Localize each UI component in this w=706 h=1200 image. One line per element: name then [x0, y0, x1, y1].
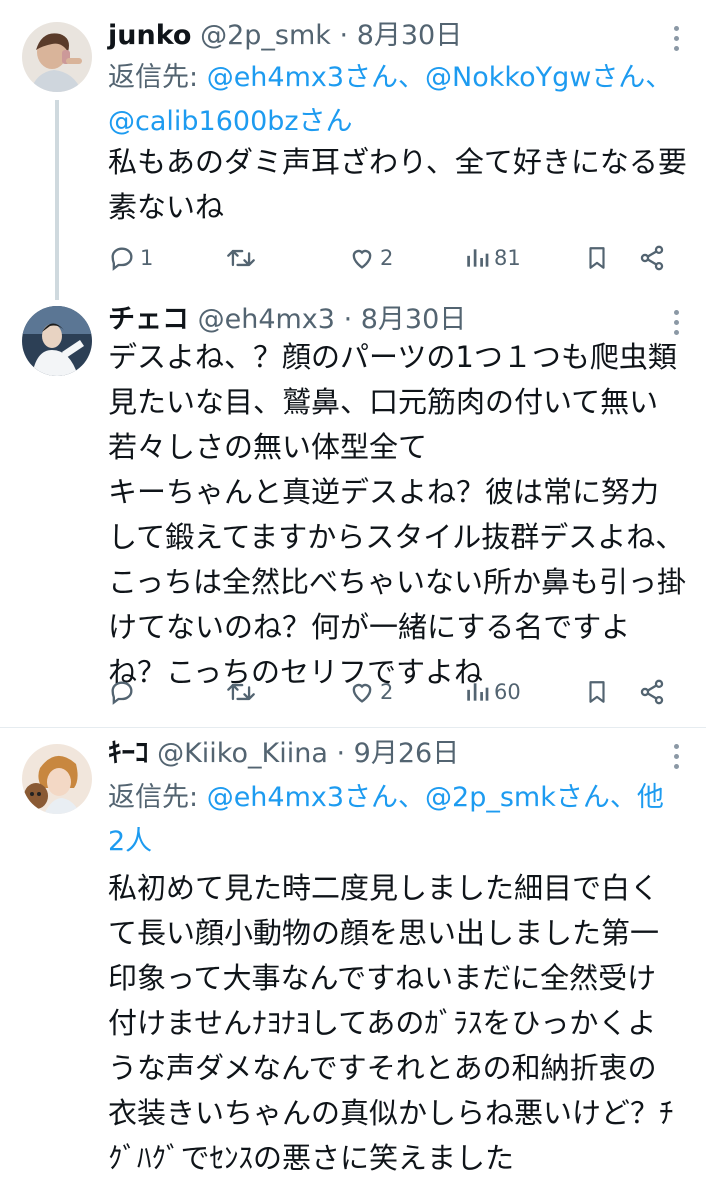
- tweet-date[interactable]: 9月26日: [354, 738, 460, 769]
- like-count: 2: [380, 680, 394, 704]
- tweet-cheko: チェコ @eh4mx3 · 8月30日 デスよね、？顔のパーツの1つ１つも爬虫類…: [0, 300, 706, 725]
- bookmark-button[interactable]: [584, 674, 610, 710]
- display-name[interactable]: ｷｰｺ: [108, 738, 149, 769]
- user-handle[interactable]: @2p_smk: [200, 20, 331, 51]
- reply-count: 1: [140, 246, 154, 270]
- view-count: 81: [494, 246, 521, 270]
- tweet-header: junko @2p_smk · 8月30日: [108, 16, 462, 56]
- reply-to: 返信先: @eh4mx3さん、@NokkoYgwさん、@calib1600bzさ…: [108, 56, 688, 144]
- tweet-actions: 2 60: [108, 674, 688, 710]
- share-button[interactable]: [638, 674, 666, 710]
- reply-icon: [111, 681, 133, 705]
- bookmark-icon: [589, 247, 605, 269]
- like-button[interactable]: 2: [348, 674, 393, 710]
- retweet-button[interactable]: [226, 674, 260, 710]
- tweet-text: 私もあのダミ声耳ざわり、全て好きになる要素ないね: [108, 145, 687, 224]
- display-name[interactable]: チェコ: [108, 304, 189, 335]
- separator: ·: [336, 738, 346, 769]
- like-icon: [352, 683, 372, 703]
- tweet-header: チェコ @eh4mx3 · 8月30日: [108, 300, 466, 340]
- share-icon: [640, 679, 664, 705]
- reply-to: 返信先: @eh4mx3さん、@2p_smkさん、他2人: [108, 776, 678, 864]
- reply-to-label: 返信先:: [108, 62, 207, 93]
- more-options-icon[interactable]: [672, 26, 680, 56]
- retweet-icon: [227, 683, 255, 701]
- tweet-date[interactable]: 8月30日: [357, 20, 463, 51]
- separator: ·: [339, 20, 349, 51]
- tweet-text: デスよね、？顔のパーツの1つ１つも爬虫類見たいな目、鷲鼻、口元筋肉の付いて無い若…: [108, 340, 686, 689]
- avatar[interactable]: [22, 306, 92, 376]
- view-count: 60: [494, 680, 521, 704]
- like-button[interactable]: 2: [348, 240, 393, 276]
- reply-button[interactable]: 1: [108, 240, 153, 276]
- thread-line: [55, 100, 59, 300]
- bookmark-button[interactable]: [584, 240, 610, 276]
- tweet-text: 私初めて見た時二度見しました細目で白くて長い顔小動物の顔を思い出しました第一印象…: [108, 871, 674, 1175]
- tweet-date[interactable]: 8月30日: [361, 304, 467, 335]
- share-icon: [640, 245, 664, 271]
- user-handle[interactable]: @Kiiko_Kiina: [157, 738, 328, 769]
- like-icon: [352, 249, 372, 269]
- user-handle[interactable]: @eh4mx3: [198, 304, 335, 335]
- reply-icon: [111, 247, 133, 271]
- views-icon: [467, 683, 489, 701]
- tweet-junko: junko @2p_smk · 8月30日 返信先: @eh4mx3さん、@No…: [0, 0, 706, 300]
- like-count: 2: [380, 246, 394, 270]
- retweet-icon: [227, 249, 255, 267]
- views-icon: [467, 249, 489, 267]
- tweet-kiiko: ｷｰｺ @Kiiko_Kiina · 9月26日 返信先: @eh4mx3さん、…: [0, 728, 706, 1200]
- separator: ·: [343, 304, 353, 335]
- more-options-icon[interactable]: [672, 744, 680, 774]
- retweet-button[interactable]: [226, 240, 260, 276]
- views-button[interactable]: 81: [464, 240, 521, 276]
- views-button[interactable]: 60: [464, 674, 521, 710]
- display-name[interactable]: junko: [108, 20, 191, 51]
- tweet-header: ｷｰｺ @Kiiko_Kiina · 9月26日: [108, 734, 459, 774]
- bookmark-icon: [589, 681, 605, 703]
- tweet-actions: 1 2 81: [108, 240, 688, 276]
- share-button[interactable]: [638, 240, 666, 276]
- reply-button[interactable]: [108, 674, 140, 710]
- avatar[interactable]: [22, 744, 92, 814]
- avatar[interactable]: [22, 22, 92, 92]
- reply-to-label: 返信先:: [108, 782, 207, 813]
